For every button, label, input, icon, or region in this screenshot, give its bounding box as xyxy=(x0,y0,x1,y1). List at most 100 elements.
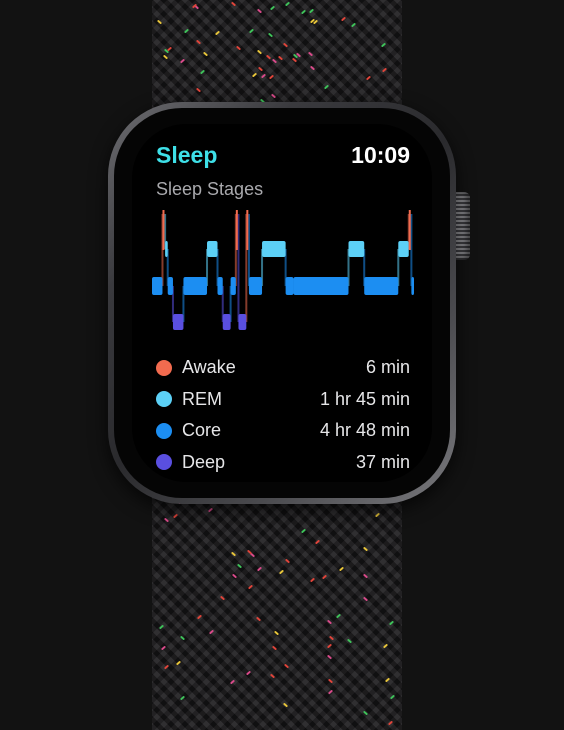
band-fleck xyxy=(326,619,333,625)
legend-duration: 6 min xyxy=(365,357,410,378)
band-fleck xyxy=(326,654,333,660)
band-fleck xyxy=(362,710,369,716)
band-fleck xyxy=(309,577,316,583)
band-fleck xyxy=(387,720,394,726)
band-fleck xyxy=(350,22,357,28)
band-fleck xyxy=(255,616,262,622)
band-fleck xyxy=(300,528,307,534)
sleep-segment-core xyxy=(183,277,208,295)
band-fleck xyxy=(229,679,236,685)
legend-duration: 37 min xyxy=(355,451,410,472)
sleep-segment-core xyxy=(217,277,223,295)
band-fleck xyxy=(179,58,186,64)
stage-legend: Awake 6 min REM 1 hr 45 min Core 4 hr 48 min D… xyxy=(156,352,410,478)
sleep-stages-chart[interactable] xyxy=(132,124,432,352)
band-fleck xyxy=(389,694,396,700)
band-fleck xyxy=(338,566,345,572)
band-fleck xyxy=(230,1,237,7)
band-fleck xyxy=(384,677,391,683)
band-fleck xyxy=(195,39,202,45)
band-fleck xyxy=(196,614,203,620)
band-fleck xyxy=(362,546,369,552)
band-fleck xyxy=(382,643,389,649)
sleep-segment-rem xyxy=(348,241,365,257)
band-fleck xyxy=(162,54,169,60)
sleep-segment-core xyxy=(364,277,399,295)
band-fleck xyxy=(199,69,206,75)
band-fleck xyxy=(245,670,252,676)
band-fleck xyxy=(158,624,165,630)
band-fleck xyxy=(156,19,163,25)
band-fleck xyxy=(327,678,334,684)
band-fleck xyxy=(362,573,369,579)
legend-duration: 1 hr 45 min xyxy=(319,388,410,409)
band-fleck xyxy=(323,84,330,90)
sleep-segment-core xyxy=(248,277,263,295)
sleep-segment-core xyxy=(293,277,349,295)
band-fleck xyxy=(314,539,321,545)
deep-dot-icon xyxy=(156,454,172,471)
legend-row-awake: Awake 6 min xyxy=(156,352,410,384)
legend-row-deep: Deep 37 min xyxy=(156,447,410,479)
band-fleck xyxy=(183,28,190,34)
band-fleck xyxy=(267,32,274,38)
sleep-segment-core xyxy=(152,277,163,295)
legend-label: Core xyxy=(182,420,222,441)
band-fleck xyxy=(321,574,328,580)
legend-label: REM xyxy=(182,388,222,409)
band-fleck xyxy=(278,569,285,575)
sleep-segment-awake xyxy=(162,210,165,250)
band-fleck xyxy=(270,93,277,99)
band-fleck xyxy=(256,49,263,55)
band-fleck xyxy=(202,51,209,57)
sleep-segment-deep xyxy=(238,314,247,330)
band-fleck xyxy=(271,58,278,64)
band-fleck xyxy=(175,660,182,666)
band-fleck xyxy=(246,549,253,555)
band-fleck xyxy=(257,66,264,72)
band-fleck xyxy=(283,663,290,669)
band-fleck xyxy=(260,73,267,79)
band-fleck xyxy=(236,563,243,569)
legend-row-core: Core 4 hr 48 min xyxy=(156,415,410,447)
band-fleck xyxy=(256,566,263,572)
band-fleck xyxy=(247,584,254,590)
band-fleck xyxy=(340,16,347,22)
band-fleck xyxy=(277,55,284,61)
band-fleck xyxy=(282,42,289,48)
legend-label: Deep xyxy=(182,451,226,472)
sleep-segment-core xyxy=(230,277,236,295)
band-fleck xyxy=(284,1,291,7)
band-fleck xyxy=(269,673,276,679)
band-fleck xyxy=(251,72,258,78)
legend-label: Awake xyxy=(182,357,236,378)
sleep-segment-core xyxy=(167,277,173,295)
watch-screen: Sleep 10:09 Sleep Stages Awake 6 min REM 1 … xyxy=(132,124,432,482)
band-fleck xyxy=(271,645,278,651)
core-dot-icon xyxy=(156,422,172,439)
sleep-segment-awake xyxy=(408,210,411,250)
band-fleck xyxy=(248,28,255,34)
band-fleck xyxy=(328,635,335,641)
band-fleck xyxy=(380,42,387,48)
band-fleck xyxy=(179,695,186,701)
sleep-segment-deep xyxy=(222,314,231,330)
band-fleck xyxy=(163,517,170,523)
band-fleck xyxy=(273,630,280,636)
rem-dot-icon xyxy=(156,391,172,408)
band-fleck xyxy=(362,596,369,602)
band-fleck xyxy=(365,75,372,81)
band-fleck xyxy=(309,65,316,71)
legend-duration: 4 hr 48 min xyxy=(319,420,410,441)
band-fleck xyxy=(346,638,353,644)
band-fleck xyxy=(235,45,242,51)
sleep-segment-deep xyxy=(172,314,184,330)
band-fleck xyxy=(388,620,395,626)
band-fleck xyxy=(381,67,388,73)
legend-row-rem: REM 1 hr 45 min xyxy=(156,384,410,416)
band-fleck xyxy=(160,645,167,651)
sleep-segment-core xyxy=(285,277,294,295)
band-fleck xyxy=(335,613,342,619)
band-fleck xyxy=(208,629,215,635)
sleep-segment-rem xyxy=(165,241,168,257)
